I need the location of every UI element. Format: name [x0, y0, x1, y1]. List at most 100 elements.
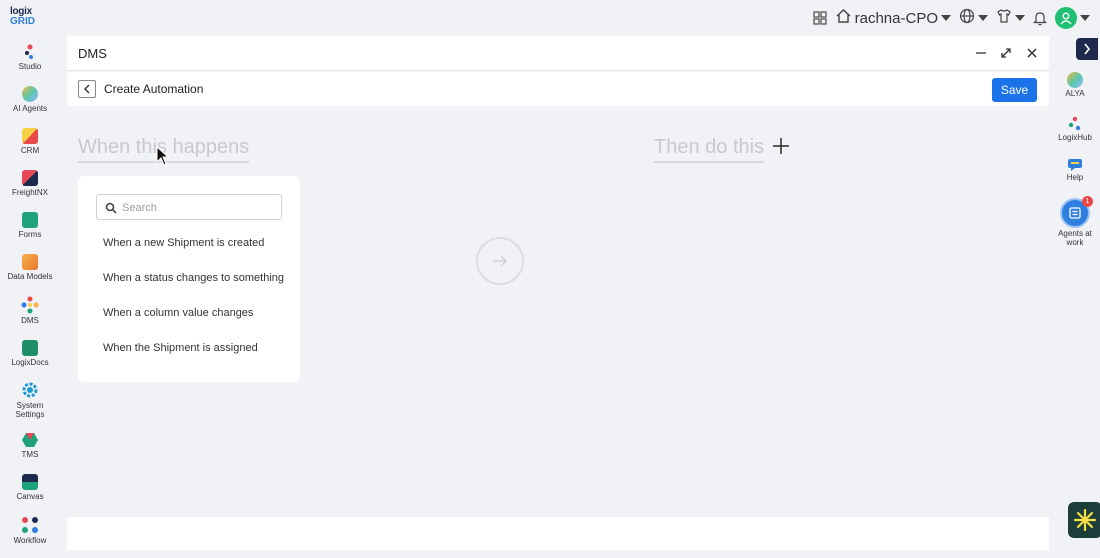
dms-icon: [21, 296, 39, 314]
sidebar-item-label: DMS: [21, 316, 39, 325]
sidebar-item-logixdocs[interactable]: LogixDocs: [0, 340, 60, 367]
top-bar: logix GRID rachna-CPO: [0, 0, 1100, 36]
window-footer: [67, 517, 1049, 550]
chevron-down-icon: [1015, 15, 1025, 21]
minimize-icon[interactable]: [972, 44, 990, 62]
sidebar-item-freightnx[interactable]: FreightNX: [0, 170, 60, 197]
sidebar-item-crm[interactable]: CRM: [0, 128, 60, 155]
chevron-left-icon: [84, 84, 90, 94]
sidebar-item-label: Canvas: [16, 492, 44, 501]
assistant-launcher-button[interactable]: [1068, 502, 1100, 538]
sidebar-item-ai-agents[interactable]: AI Agents: [0, 86, 60, 113]
home-icon: [835, 8, 852, 29]
sidebar-item-label: Forms: [18, 230, 42, 239]
tms-icon: [21, 432, 39, 448]
sidebar-item-canvas[interactable]: Canvas: [0, 474, 60, 501]
top-right-controls: rachna-CPO: [812, 6, 1090, 30]
sidebar-item-dms[interactable]: DMS: [0, 296, 60, 325]
expand-icon[interactable]: [997, 44, 1015, 62]
user-name: rachna-CPO: [854, 9, 938, 27]
sidebar-item-label: CRM: [20, 146, 40, 155]
app-sidebar: Studio AI Agents CRM FreightNX Forms Dat…: [0, 36, 60, 558]
sidebar-item-workflow[interactable]: Workflow: [0, 516, 60, 545]
chevron-down-icon: [941, 15, 951, 21]
shirt-icon: [996, 8, 1012, 29]
automation-header: Create Automation Save: [67, 72, 1049, 106]
trigger-option[interactable]: When a status changes to something: [103, 272, 284, 284]
arrow-right-icon: [493, 255, 508, 267]
logixhub-icon: [1067, 116, 1083, 132]
notification-badge: 1: [1082, 196, 1093, 207]
sidebar-item-label: TMS: [21, 450, 39, 459]
avatar: [1055, 7, 1077, 29]
sidebar-item-label: Data Models: [7, 272, 53, 281]
apps-grid-icon[interactable]: [812, 11, 827, 25]
sidebar-item-system-settings[interactable]: System Settings: [0, 381, 60, 419]
data-models-icon: [22, 254, 38, 270]
crm-icon: [22, 128, 38, 144]
right-item-agents-at-work[interactable]: 1 Agents at work: [1050, 196, 1100, 247]
sidebar-item-label: Studio: [18, 62, 42, 71]
expand-panel-button[interactable]: [1076, 38, 1098, 60]
sidebar-item-tms[interactable]: TMS: [0, 432, 60, 459]
sidebar-item-data-models[interactable]: Data Models: [0, 254, 60, 281]
gear-icon: [21, 381, 39, 399]
logo[interactable]: logix GRID: [10, 7, 38, 27]
right-item-logixhub[interactable]: LogixHub: [1050, 116, 1100, 142]
search-icon: [105, 201, 117, 214]
canvas-icon: [22, 474, 38, 490]
sidebar-item-label: FreightNX: [11, 188, 48, 197]
trigger-option[interactable]: When a column value changes: [103, 307, 253, 319]
user-switcher[interactable]: rachna-CPO: [835, 8, 951, 29]
right-sidebar: ALYA LogixHub Help 1 Agents at work: [1050, 36, 1100, 558]
sidebar-item-label: Workflow: [13, 536, 47, 545]
store-menu[interactable]: [996, 8, 1025, 29]
bell-icon[interactable]: [1033, 10, 1047, 26]
logixdocs-icon: [22, 340, 38, 356]
close-icon[interactable]: [1023, 44, 1041, 62]
globe-icon: [959, 8, 975, 29]
user-menu[interactable]: [1055, 7, 1090, 29]
then-section-title: Then do this: [654, 136, 765, 163]
search-field: [96, 194, 282, 220]
plus-icon: [773, 138, 789, 154]
mouse-cursor-icon: [156, 145, 170, 166]
alya-icon: [1067, 72, 1083, 88]
right-item-label: ALYA: [1065, 89, 1085, 98]
chevron-down-icon: [1080, 15, 1090, 21]
freightnx-icon: [22, 170, 38, 186]
trigger-list-card: When a new Shipment is created When a st…: [78, 176, 300, 382]
dms-window: DMS Create Automation Save When this hap…: [67, 36, 1049, 550]
search-input[interactable]: [122, 199, 272, 216]
forms-icon: [22, 212, 38, 228]
trigger-option[interactable]: When the Shipment is assigned: [103, 342, 258, 354]
sidebar-item-label: System Settings: [15, 401, 45, 419]
back-button[interactable]: [78, 80, 96, 98]
help-icon: [1067, 158, 1083, 172]
language-menu[interactable]: [959, 8, 988, 29]
sidebar-item-label: AI Agents: [12, 104, 48, 113]
window-title: DMS: [78, 46, 107, 61]
window-header: DMS: [67, 36, 1049, 71]
page-title: Create Automation: [104, 82, 204, 96]
agents-icon: 1: [1060, 196, 1093, 228]
sidebar-item-studio[interactable]: Studio: [0, 44, 60, 71]
sidebar-item-label: LogixDocs: [11, 358, 49, 367]
right-item-help[interactable]: Help: [1050, 158, 1100, 182]
right-item-label: Help: [1066, 173, 1084, 182]
logo-text-bottom: GRID: [10, 16, 35, 27]
right-item-label: LogixHub: [1058, 133, 1092, 142]
flow-arrow-connector: [476, 237, 524, 285]
studio-icon: [22, 44, 38, 60]
save-button[interactable]: Save: [992, 78, 1037, 102]
chevron-right-icon: [1084, 43, 1091, 55]
ai-agents-icon: [22, 86, 38, 102]
sparkle-icon: [1073, 508, 1097, 532]
right-item-alya[interactable]: ALYA: [1050, 72, 1100, 98]
add-action-button[interactable]: [772, 137, 790, 155]
trigger-option[interactable]: When a new Shipment is created: [103, 237, 264, 249]
workflow-icon: [21, 516, 39, 534]
right-item-label: Agents at work: [1058, 229, 1092, 247]
chevron-down-icon: [978, 15, 988, 21]
sidebar-item-forms[interactable]: Forms: [0, 212, 60, 239]
